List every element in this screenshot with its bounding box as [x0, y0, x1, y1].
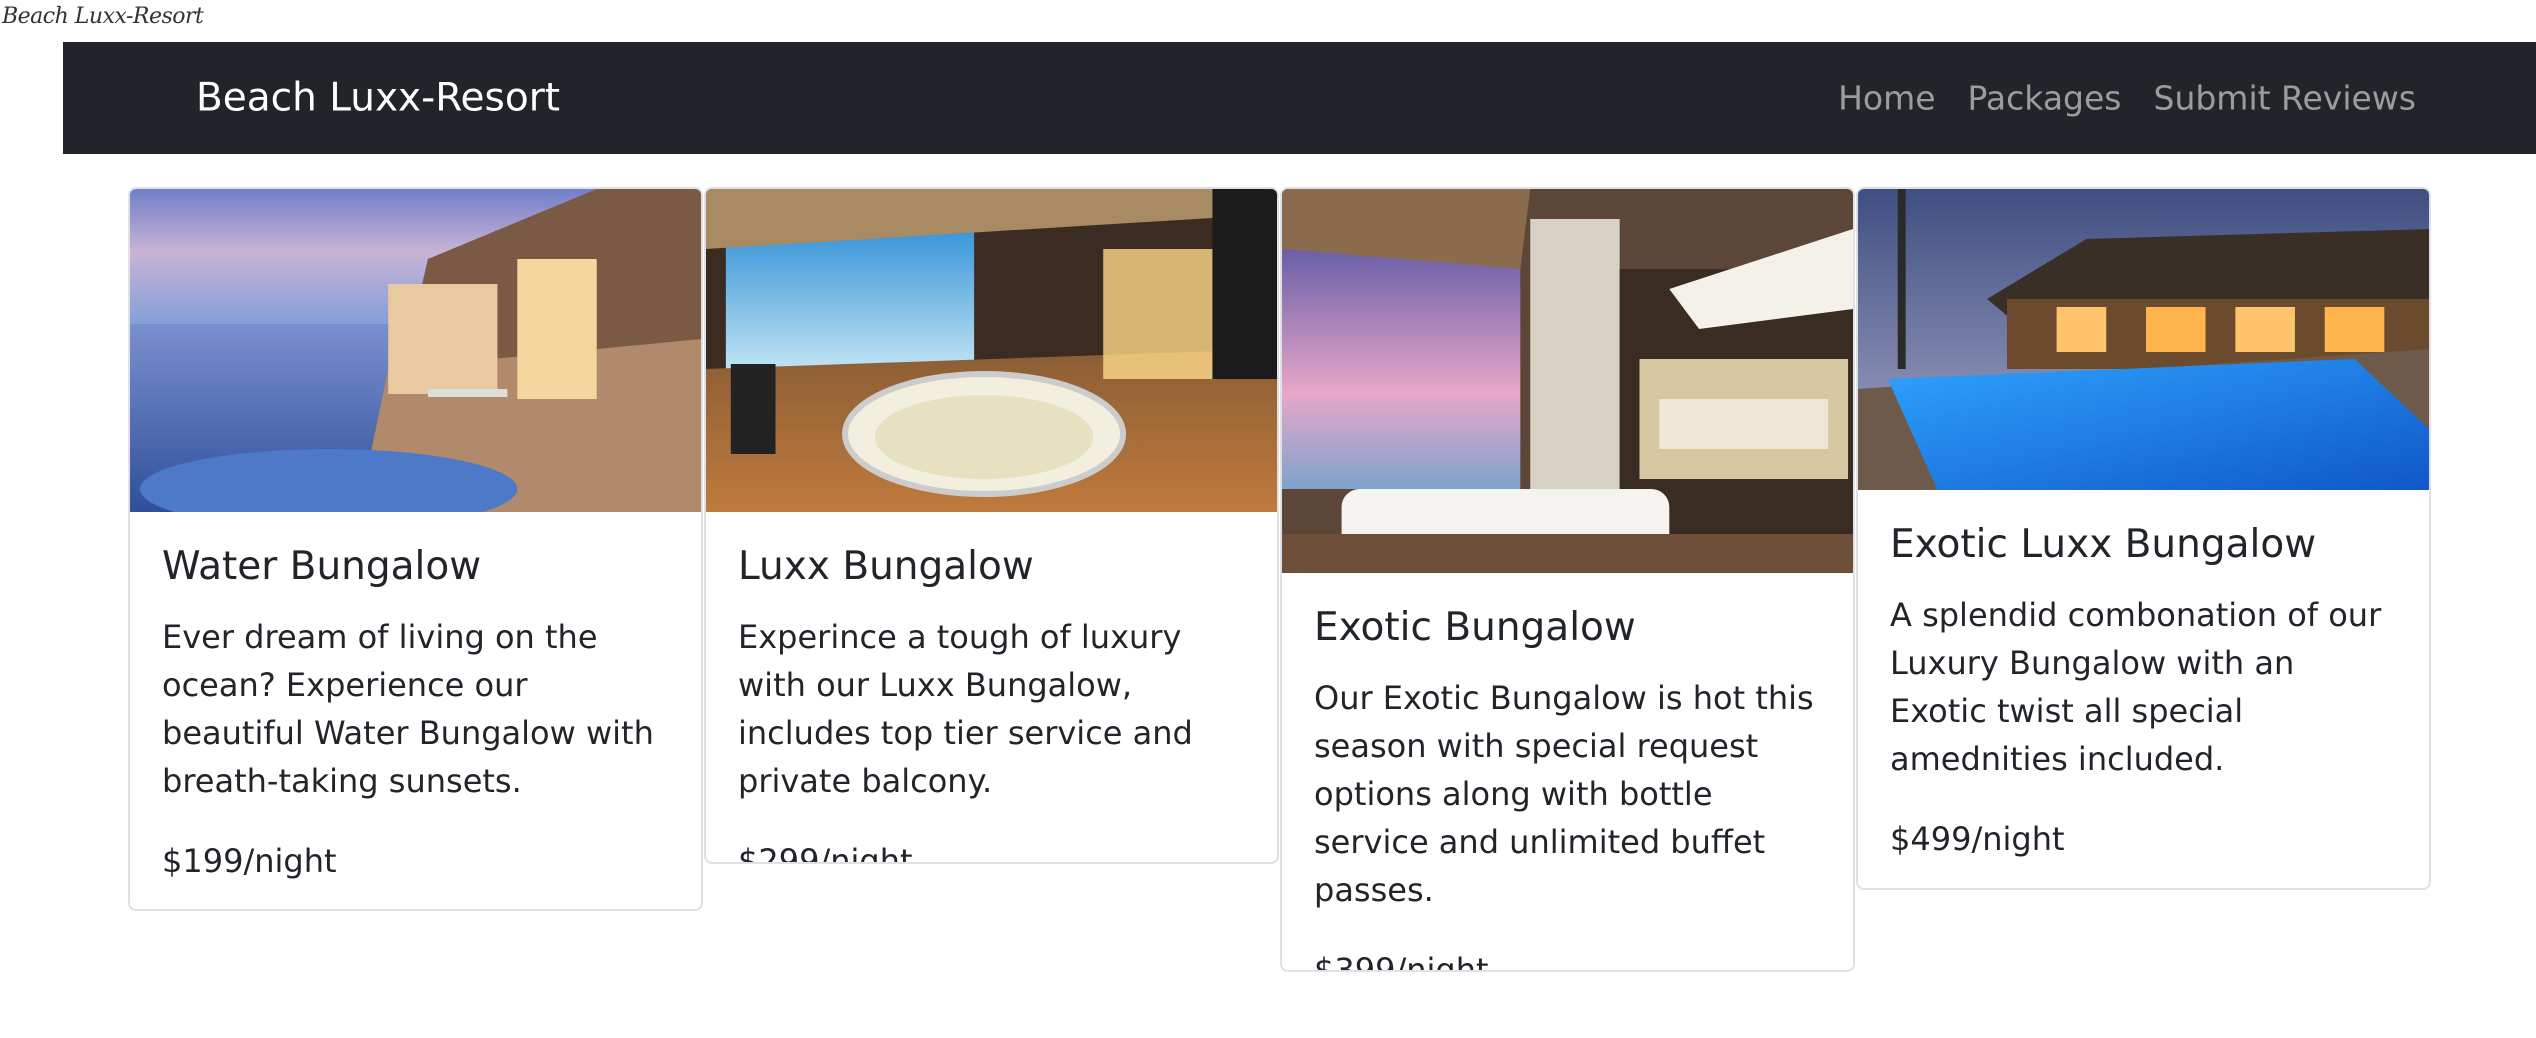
- corner-logo: Beach Luxx-Resort: [2, 4, 204, 29]
- card-description: A splendid combonation of our Luxury Bun…: [1890, 595, 2382, 778]
- exotic-luxx-bungalow-photo: [1858, 189, 2429, 490]
- card-description: Our Exotic Bungalow is hot this season w…: [1314, 678, 1814, 909]
- card-title: Luxx Bungalow: [738, 544, 1034, 589]
- top-navbar: Beach Luxx-Resort Home Packages Submit R…: [63, 42, 2536, 154]
- card-price: $299/night: [738, 841, 913, 864]
- card-description: Ever dream of living on the ocean? Exper…: [162, 617, 654, 800]
- card-price: $199/night: [162, 841, 337, 880]
- package-card-exotic-bungalow: Exotic Bungalow Our Exotic Bungalow is h…: [1280, 187, 1855, 972]
- luxx-bungalow-photo: [706, 189, 1277, 512]
- package-card-exotic-luxx-bungalow: Exotic Luxx Bungalow A splendid combonat…: [1856, 187, 2431, 890]
- nav-link-submit-reviews[interactable]: Submit Reviews: [2154, 79, 2417, 118]
- package-card-luxx-bungalow: Luxx Bungalow Experince a tough of luxur…: [704, 187, 1279, 864]
- water-bungalow-photo: [130, 189, 701, 512]
- card-price: $399/night: [1314, 950, 1489, 972]
- card-title: Exotic Luxx Bungalow: [1890, 522, 2317, 567]
- card-description: Experince a tough of luxury with our Lux…: [738, 617, 1193, 800]
- card-title: Water Bungalow: [162, 544, 482, 589]
- nav-links: Home Packages Submit Reviews: [1838, 79, 2416, 118]
- exotic-bungalow-photo: [1282, 189, 1853, 573]
- package-card-water-bungalow: Water Bungalow Ever dream of living on t…: [128, 187, 703, 911]
- navbar-brand[interactable]: Beach Luxx-Resort: [196, 76, 560, 121]
- nav-link-home[interactable]: Home: [1838, 79, 1935, 118]
- card-price: $499/night: [1890, 819, 2065, 858]
- nav-link-packages[interactable]: Packages: [1968, 79, 2122, 118]
- card-title: Exotic Bungalow: [1314, 605, 1636, 650]
